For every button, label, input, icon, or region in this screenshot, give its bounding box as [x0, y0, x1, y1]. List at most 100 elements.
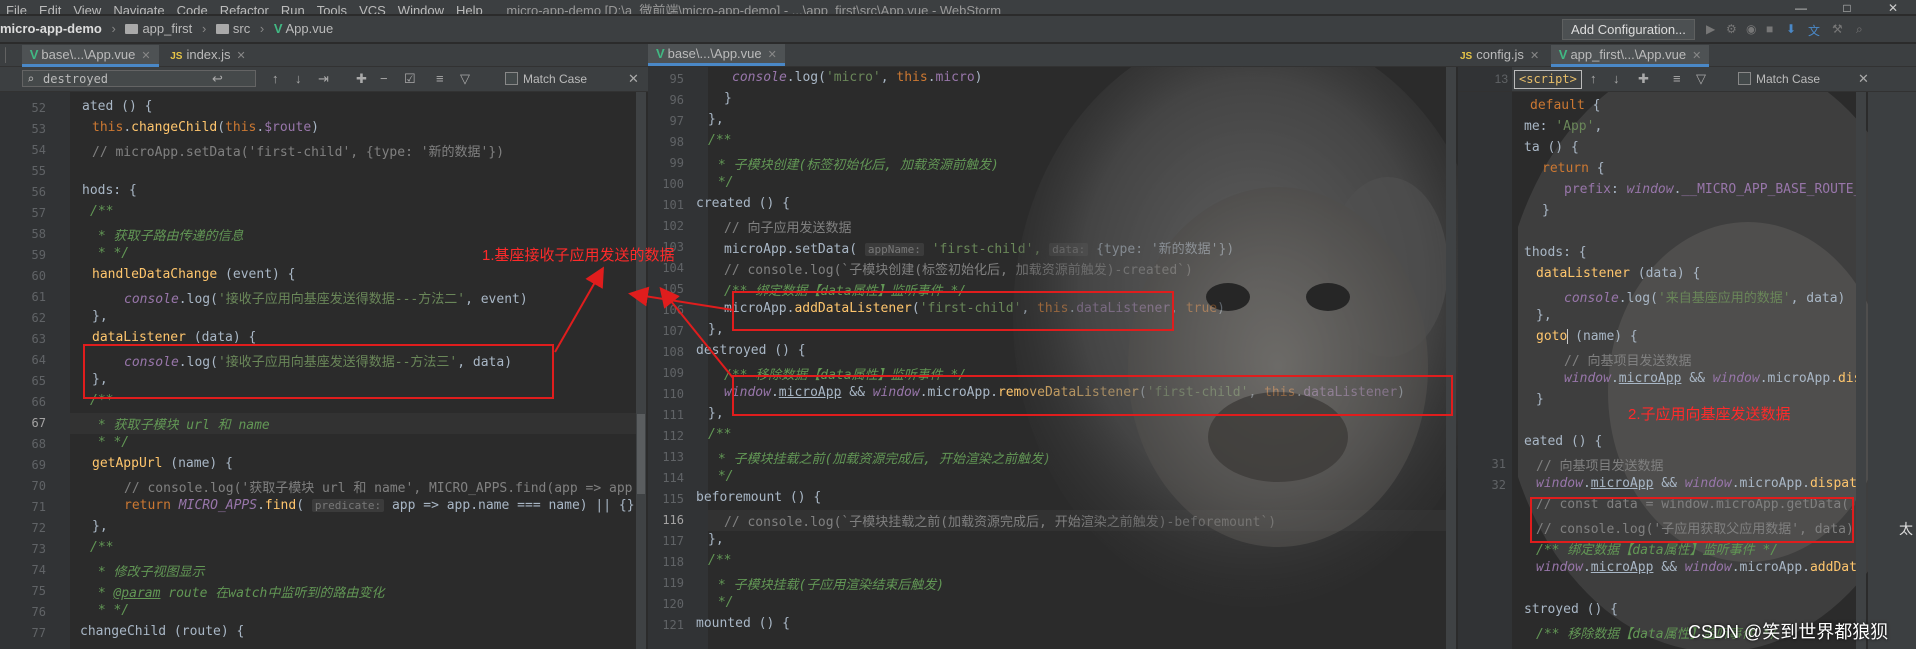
- code-line[interactable]: ated () {: [82, 99, 152, 114]
- tab-app-first-app-vue[interactable]: Vapp_first\...\App.vue ✕: [1550, 45, 1710, 67]
- code-line[interactable]: ta () {: [1524, 140, 1579, 155]
- next-occurrence-icon[interactable]: ↓: [295, 71, 302, 86]
- breadcrumb-file[interactable]: V App.vue: [270, 16, 337, 42]
- menu-run[interactable]: Run: [275, 4, 311, 15]
- right-scrollbar[interactable]: [1856, 92, 1866, 649]
- middle-scrollbar[interactable]: [1446, 67, 1456, 649]
- code-line[interactable]: dataListener (data) {dataListener (data)…: [1536, 266, 1700, 281]
- tab-base-app-vue-2[interactable]: Vbase\...\App.vue ✕: [648, 44, 785, 66]
- close-find-icon[interactable]: ✕: [628, 71, 639, 87]
- menu-help[interactable]: Help: [450, 4, 489, 15]
- menu-edit[interactable]: Edit: [33, 4, 67, 15]
- filter-icon[interactable]: ▽: [460, 71, 470, 87]
- code-line[interactable]: mounted () {: [696, 616, 790, 631]
- code-line[interactable]: console.log('来自基座应用的数据', data)console.lo…: [1564, 287, 1845, 306]
- code-line[interactable]: }: [1536, 392, 1544, 407]
- close-tab-icon[interactable]: ✕: [237, 50, 246, 62]
- tab-config-js[interactable]: JS config.js ✕: [1458, 44, 1547, 66]
- code-line[interactable]: this.changeChild(this.$route)this.change…: [92, 120, 319, 135]
- code-line[interactable]: }: [1542, 203, 1550, 218]
- code-line[interactable]: /**: [90, 204, 113, 219]
- code-line[interactable]: },: [92, 309, 108, 324]
- add-occurrence-icon[interactable]: ✚: [356, 71, 367, 87]
- code-line[interactable]: getAppUrl (name) {getAppUrl (name) {: [92, 456, 233, 471]
- add-configuration-button[interactable]: Add Configuration...: [1562, 19, 1695, 40]
- coverage-icon[interactable]: ◉: [1746, 22, 1756, 36]
- settings-icon[interactable]: ⚒: [1832, 22, 1843, 36]
- search-everywhere-icon[interactable]: ⌕: [1856, 22, 1863, 37]
- menu-code[interactable]: Code: [171, 4, 214, 15]
- menu-navigate[interactable]: Navigate: [107, 4, 170, 15]
- code-line[interactable]: handleDataChange (event) {handleDataChan…: [92, 267, 296, 282]
- remove-occurrence-icon[interactable]: −: [380, 71, 388, 86]
- code-line[interactable]: */: [710, 469, 734, 484]
- code-line[interactable]: },: [708, 112, 724, 127]
- code-line[interactable]: },: [92, 519, 108, 534]
- code-line[interactable]: * */: [90, 603, 129, 618]
- menu-tools[interactable]: Tools: [311, 4, 353, 15]
- code-line[interactable]: // 向基项目发送数据: [1536, 455, 1663, 474]
- regex-history-icon[interactable]: ↩: [212, 71, 223, 87]
- code-line[interactable]: * @param route 在watch中监听到的路由变化 * @param …: [90, 582, 385, 601]
- close-find-icon[interactable]: ✕: [1858, 71, 1869, 87]
- code-line[interactable]: */: [710, 175, 734, 190]
- code-line[interactable]: return {return {: [1542, 161, 1605, 176]
- find-all-icon[interactable]: ⇥: [318, 71, 329, 87]
- tab-index-js[interactable]: JS index.js ✕: [162, 44, 254, 66]
- close-tab-icon[interactable]: ✕: [1530, 50, 1539, 62]
- code-line[interactable]: thods: {: [1524, 245, 1587, 260]
- code-line[interactable]: * */: [90, 246, 129, 261]
- close-icon[interactable]: ✕: [1870, 1, 1916, 14]
- code-line[interactable]: // 向子应用发送数据: [724, 217, 851, 236]
- code-line[interactable]: // microApp.setData('first-child', {type…: [92, 141, 504, 160]
- vcs-update-icon[interactable]: ⬇: [1786, 22, 1796, 36]
- code-line[interactable]: * 获取子模块 url 和 name: [90, 414, 270, 433]
- code-line[interactable]: window.microApp && window.microApp.addDa…: [1536, 560, 1856, 575]
- select-all-occurrences-icon[interactable]: ☑: [404, 71, 416, 87]
- code-line[interactable]: beforemount () {: [696, 490, 821, 505]
- menu-vcs[interactable]: VCS: [353, 4, 392, 15]
- previous-occurrence-icon[interactable]: ↑: [1590, 71, 1597, 86]
- breadcrumb-src[interactable]: src: [212, 16, 254, 42]
- minimize-icon[interactable]: —: [1778, 1, 1824, 14]
- code-line[interactable]: me: 'App',me: 'App',: [1524, 119, 1602, 134]
- tab-base-app-vue[interactable]: Vbase\...\App.vue ✕: [21, 45, 159, 67]
- code-line[interactable]: },: [1536, 308, 1552, 323]
- code-line[interactable]: eated () {: [1524, 434, 1602, 449]
- close-tab-icon[interactable]: ✕: [1692, 50, 1701, 62]
- code-line[interactable]: return MICRO_APPS.find( predicate: app =…: [124, 498, 635, 513]
- close-tab-icon[interactable]: ✕: [768, 49, 777, 61]
- code-line[interactable]: dataListener (data) {dataListener (data)…: [92, 330, 256, 345]
- code-line[interactable]: }: [724, 91, 732, 106]
- code-line[interactable]: /**: [708, 133, 731, 148]
- code-line[interactable]: destroyed () {: [696, 343, 806, 358]
- left-scroll-thumb[interactable]: [637, 414, 645, 494]
- show-filter-icon[interactable]: ≡: [1673, 71, 1681, 86]
- script-tag-breadcrumb[interactable]: <script>: [1514, 70, 1582, 89]
- code-line[interactable]: /**: [708, 427, 731, 442]
- code-line[interactable]: * 子模块创建(标签初始化后, 加载资源前触发): [710, 154, 999, 173]
- code-line[interactable]: * 获取子路由传递的信息: [90, 225, 244, 244]
- menu-file[interactable]: File: [0, 4, 33, 15]
- breadcrumb-app-first[interactable]: app_first: [121, 16, 196, 42]
- code-line[interactable]: stroyed () {: [1524, 602, 1618, 617]
- match-case-checkbox[interactable]: Match Case: [505, 72, 587, 86]
- code-line[interactable]: window.microApp && window.microApp.dispa…: [1536, 476, 1856, 491]
- code-line[interactable]: },: [708, 532, 724, 547]
- run-icon[interactable]: ▶: [1706, 22, 1715, 36]
- code-line[interactable]: */: [710, 595, 734, 610]
- close-tab-icon[interactable]: ✕: [141, 50, 150, 62]
- code-line[interactable]: console.log('接收子应用向基座发送得数据---方法二', event…: [124, 288, 528, 307]
- code-line[interactable]: default {default {: [1530, 98, 1600, 113]
- filter-icon[interactable]: ▽: [1696, 71, 1706, 87]
- menu-refactor[interactable]: Refactor: [214, 4, 275, 15]
- next-occurrence-icon[interactable]: ↓: [1613, 71, 1620, 86]
- code-line[interactable]: prefix: window.__MICRO_APP_BASE_ROUTE__p…: [1564, 182, 1856, 197]
- stop-icon[interactable]: ■: [1766, 22, 1773, 36]
- code-line[interactable]: hods: {: [82, 183, 137, 198]
- code-line[interactable]: /**: [708, 553, 731, 568]
- maximize-icon[interactable]: □: [1824, 1, 1870, 14]
- code-line[interactable]: // 向基项目发送数据: [1564, 350, 1691, 369]
- code-line[interactable]: /**: [90, 540, 113, 555]
- code-line[interactable]: * 子模块挂载(子应用渲染结束后触发): [710, 574, 944, 593]
